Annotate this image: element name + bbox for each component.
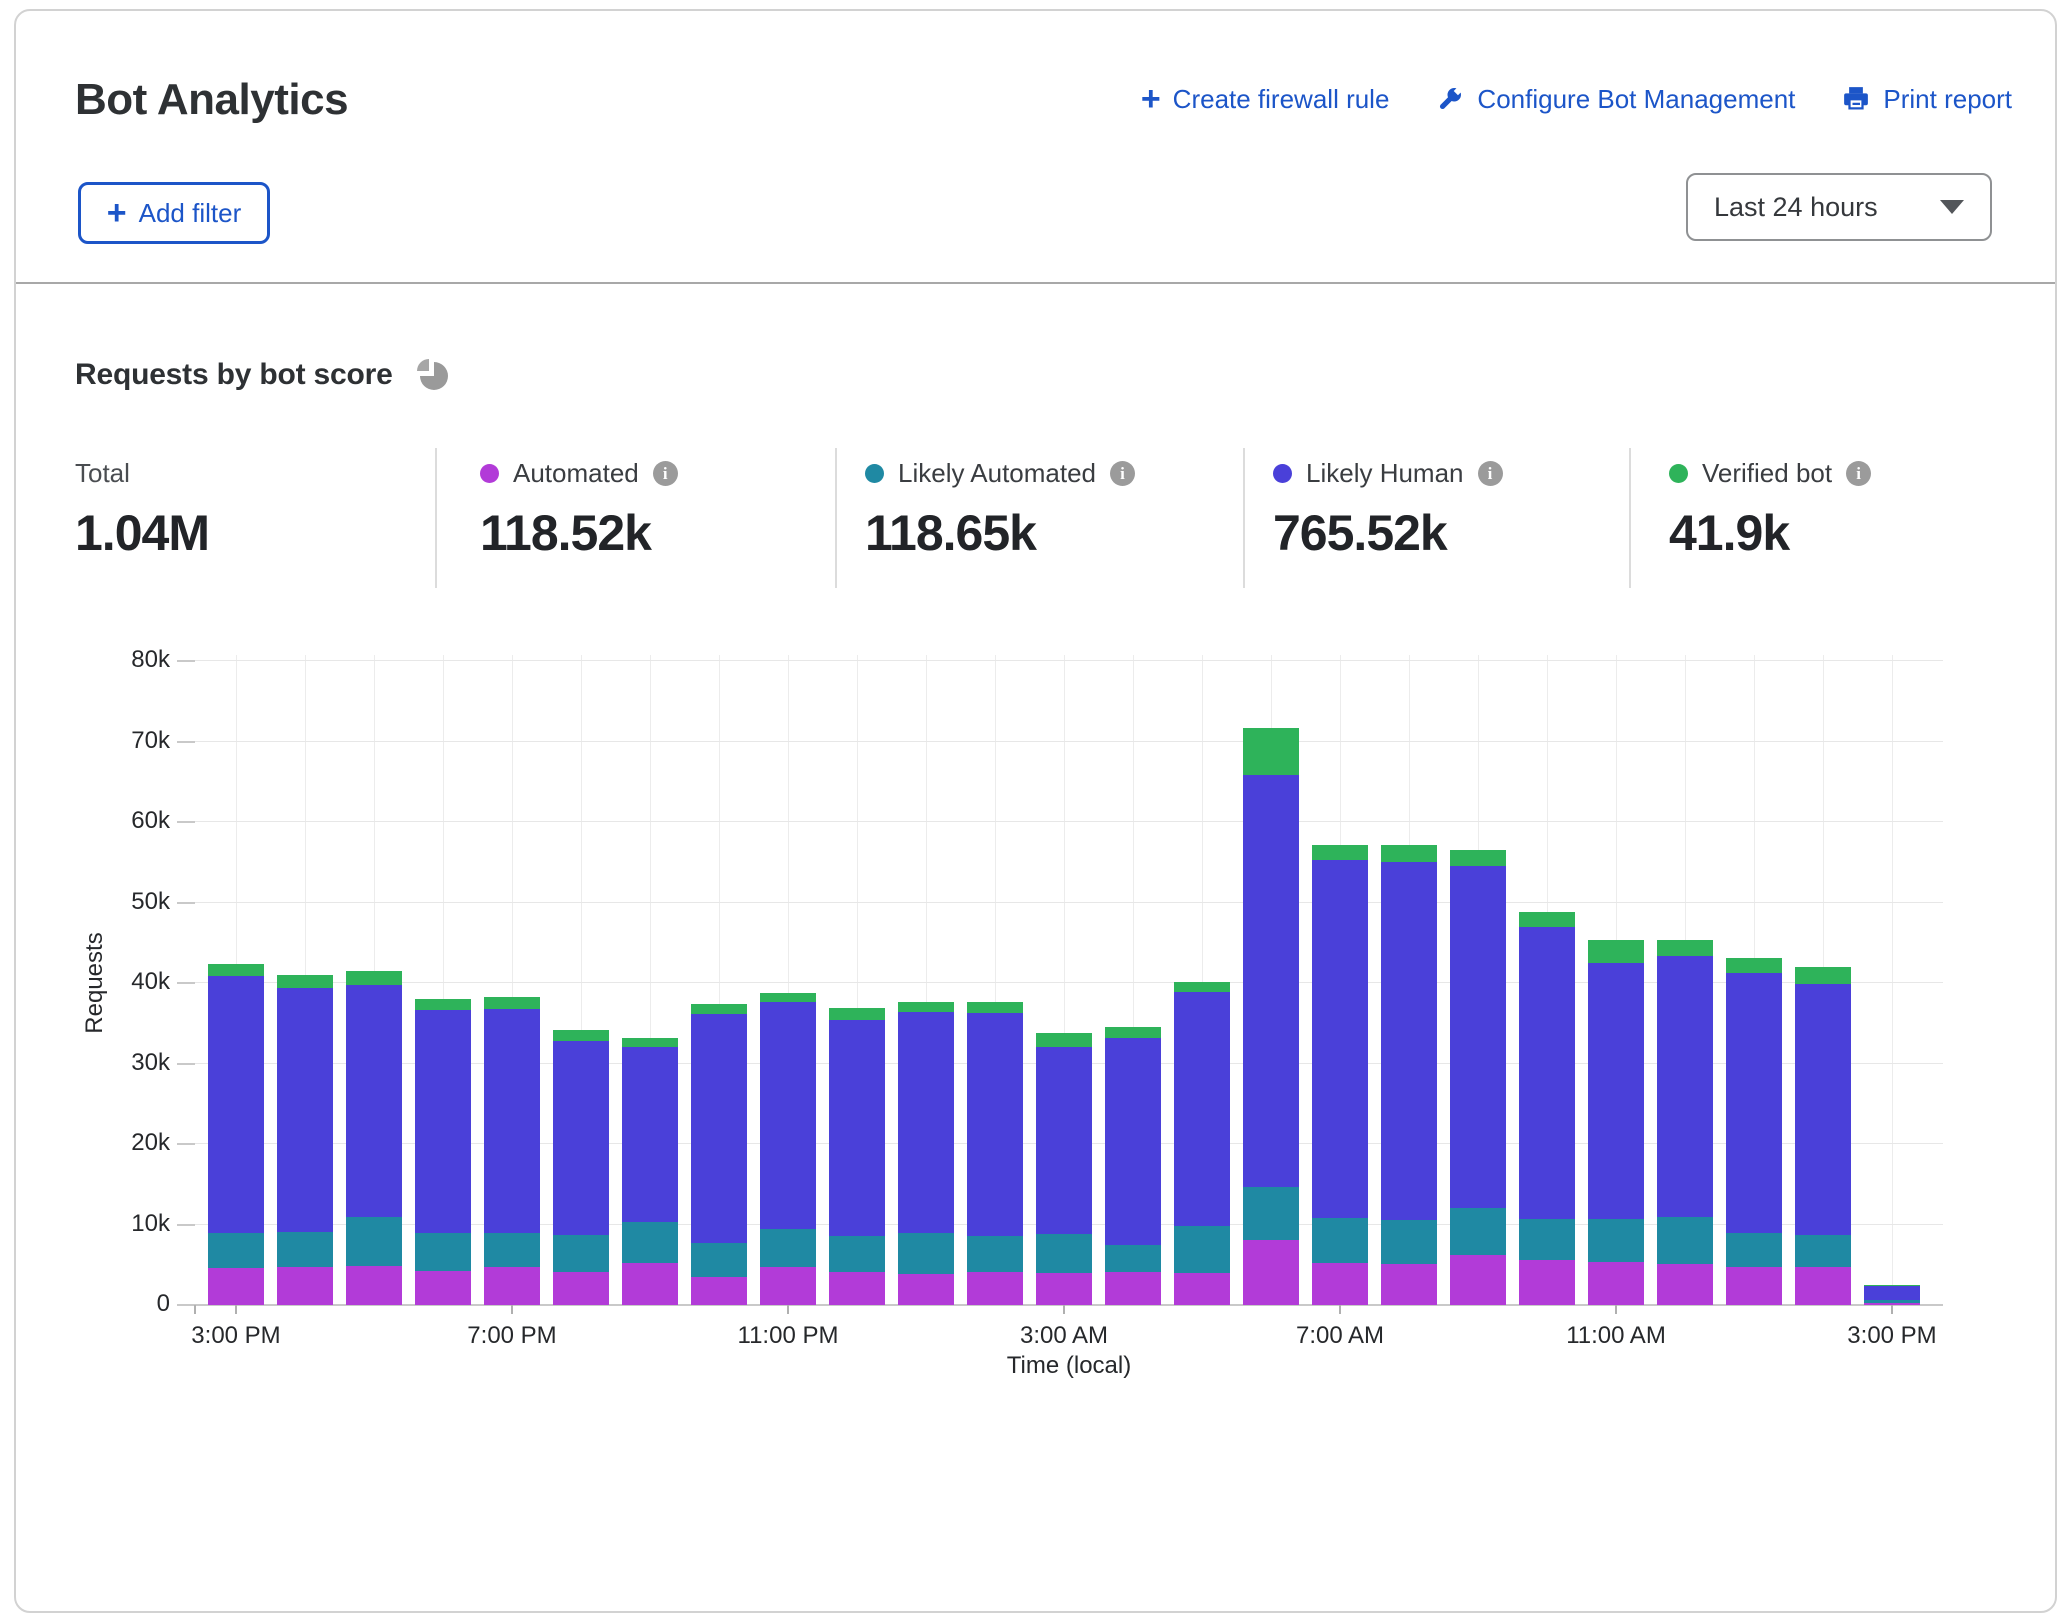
link-label: Create firewall rule xyxy=(1173,84,1390,115)
legend-dot xyxy=(1669,464,1688,483)
stat-divider xyxy=(1629,448,1631,588)
legend-dot xyxy=(865,464,884,483)
stat-likely-automated: Likely Automated i 118.65k xyxy=(865,458,1135,562)
plus-icon: + xyxy=(1141,82,1161,116)
stat-divider xyxy=(1243,448,1245,588)
create-firewall-rule-link[interactable]: + Create firewall rule xyxy=(1141,82,1390,116)
stat-value: 1.04M xyxy=(75,504,209,562)
x-axis-title: Time (local) xyxy=(1007,1352,1131,1380)
section-header: Requests by bot score xyxy=(75,355,451,395)
configure-bot-management-link[interactable]: Configure Bot Management xyxy=(1435,84,1795,115)
y-axis-title: Requests xyxy=(81,932,109,1033)
stat-total: Total 1.04M xyxy=(75,458,209,562)
legend-dot xyxy=(1273,464,1292,483)
stat-value: 118.52k xyxy=(480,504,678,562)
stat-divider xyxy=(435,448,437,588)
section-title: Requests by bot score xyxy=(75,358,393,392)
plus-icon: + xyxy=(107,196,127,230)
stat-automated: Automated i 118.52k xyxy=(480,458,678,562)
stat-verified-bot: Verified bot i 41.9k xyxy=(1669,458,1871,562)
stat-likely-human: Likely Human i 765.52k xyxy=(1273,458,1503,562)
time-range-select[interactable]: Last 24 hours xyxy=(1686,173,1992,241)
legend-dot xyxy=(480,464,499,483)
stat-divider xyxy=(835,448,837,588)
chevron-down-icon xyxy=(1940,200,1964,214)
stat-label: Automated xyxy=(513,458,639,489)
info-icon[interactable]: i xyxy=(653,461,678,486)
wrench-icon xyxy=(1435,84,1465,114)
info-icon[interactable]: i xyxy=(1846,461,1871,486)
stat-value: 41.9k xyxy=(1669,504,1871,562)
link-label: Print report xyxy=(1883,84,2012,115)
time-range-value: Last 24 hours xyxy=(1714,192,1878,223)
stat-label: Total xyxy=(75,458,130,489)
page-title: Bot Analytics xyxy=(75,75,348,125)
stat-label: Verified bot xyxy=(1702,458,1832,489)
pie-chart-icon xyxy=(411,355,451,395)
stat-value: 118.65k xyxy=(865,504,1135,562)
info-icon[interactable]: i xyxy=(1478,461,1503,486)
printer-icon xyxy=(1841,84,1871,114)
add-filter-button[interactable]: + Add filter xyxy=(78,182,270,244)
info-icon[interactable]: i xyxy=(1110,461,1135,486)
header-divider xyxy=(16,282,2055,284)
print-report-link[interactable]: Print report xyxy=(1841,84,2012,115)
link-label: Configure Bot Management xyxy=(1477,84,1795,115)
header-actions: + Create firewall rule Configure Bot Man… xyxy=(1141,77,2012,121)
stat-label: Likely Automated xyxy=(898,458,1096,489)
stat-value: 765.52k xyxy=(1273,504,1503,562)
stat-label: Likely Human xyxy=(1306,458,1464,489)
